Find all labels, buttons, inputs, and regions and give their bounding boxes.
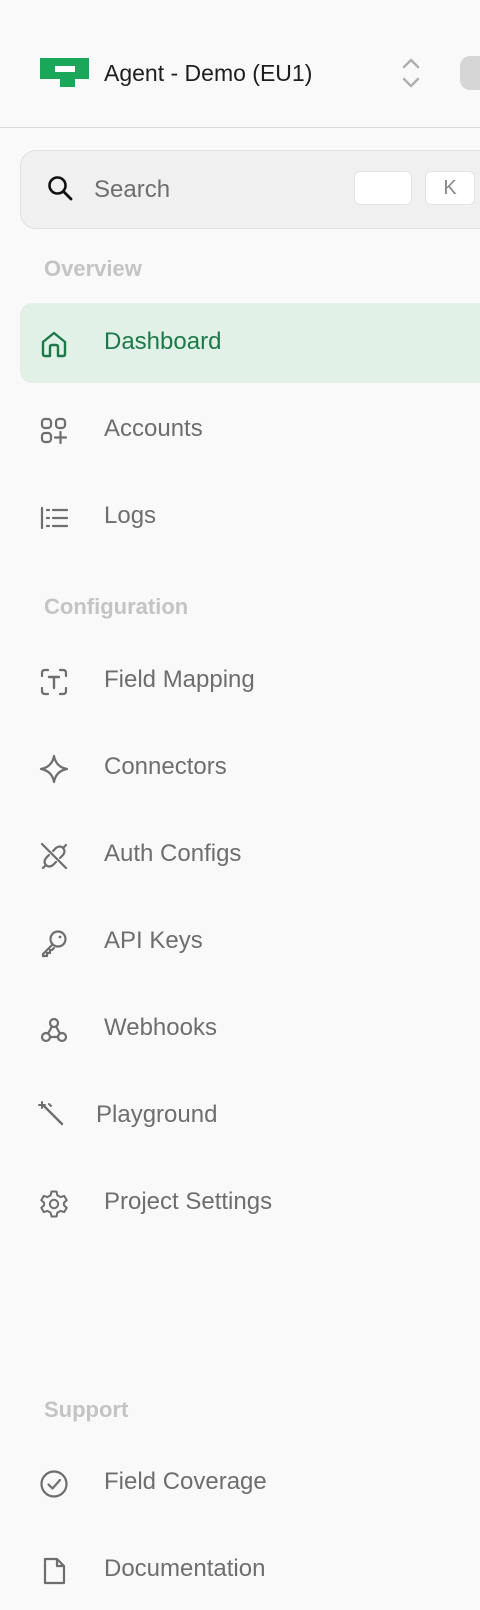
sidebar-item-field-mapping[interactable]: Field Mapping <box>20 641 480 721</box>
sidebar-item-dashboard[interactable]: Dashboard <box>20 303 480 383</box>
section-overview: Overview <box>44 256 142 281</box>
sidebar-item-label: Project Settings <box>104 1188 273 1215</box>
sidebar-item-field-coverage[interactable]: Field Coverage <box>20 1443 480 1523</box>
sparkle-icon <box>39 754 69 784</box>
home-icon <box>39 329 69 359</box>
gear-icon <box>39 1189 69 1219</box>
sidebar-item-label: Playground <box>96 1101 218 1128</box>
chevron-up-down-icon[interactable] <box>400 55 422 91</box>
sidebar-item-label: Connectors <box>104 753 227 780</box>
sidebar-item-webhooks[interactable]: Webhooks <box>20 989 480 1069</box>
command-key-badge <box>354 171 412 205</box>
sidebar-item-connectors[interactable]: Connectors <box>20 728 480 808</box>
check-circle-icon <box>39 1469 69 1499</box>
webhook-icon <box>39 1015 69 1045</box>
sidebar-item-accounts[interactable]: Accounts <box>20 390 480 470</box>
sidebar-item-label: API Keys <box>104 927 203 954</box>
sidebar-item-label: Field Coverage <box>104 1468 267 1495</box>
document-icon <box>39 1556 69 1586</box>
sidebar-item-label: Field Mapping <box>104 666 255 693</box>
sidebar-item-documentation[interactable]: Documentation <box>20 1530 480 1610</box>
plug-icon <box>39 841 69 871</box>
sidebar-toggle-button[interactable] <box>460 56 480 90</box>
sidebar-item-label: Logs <box>104 502 157 529</box>
section-configuration: Configuration <box>44 594 189 619</box>
sidebar-item-logs[interactable]: Logs <box>20 477 480 557</box>
sidebar-item-label: Webhooks <box>104 1014 217 1041</box>
project-title: Agent - Demo (EU1) <box>104 60 313 86</box>
magic-wand-icon <box>38 1100 68 1130</box>
search-bar[interactable]: Search K <box>20 150 480 229</box>
sidebar-item-project-settings[interactable]: Project Settings <box>20 1163 480 1243</box>
key-icon <box>39 928 69 958</box>
text-field-icon <box>39 667 69 697</box>
sidebar-item-api-keys[interactable]: API Keys <box>20 902 480 982</box>
search-placeholder: Search <box>94 176 171 203</box>
sidebar-item-label: Documentation <box>104 1555 266 1582</box>
sidebar-item-playground[interactable]: Playground <box>20 1076 480 1156</box>
brand-logo <box>40 58 89 87</box>
project-header: Agent - Demo (EU1) <box>0 0 480 128</box>
sidebar-item-auth-configs[interactable]: Auth Configs <box>20 815 480 895</box>
section-support: Support <box>44 1397 129 1422</box>
sidebar-item-label: Accounts <box>104 415 203 442</box>
accounts-icon <box>39 416 69 446</box>
sidebar-item-label: Dashboard <box>104 328 222 355</box>
shortcut-key-badge: K <box>425 171 475 205</box>
search-icon <box>47 175 73 201</box>
list-icon <box>39 503 69 533</box>
sidebar-item-label: Auth Configs <box>104 840 242 867</box>
